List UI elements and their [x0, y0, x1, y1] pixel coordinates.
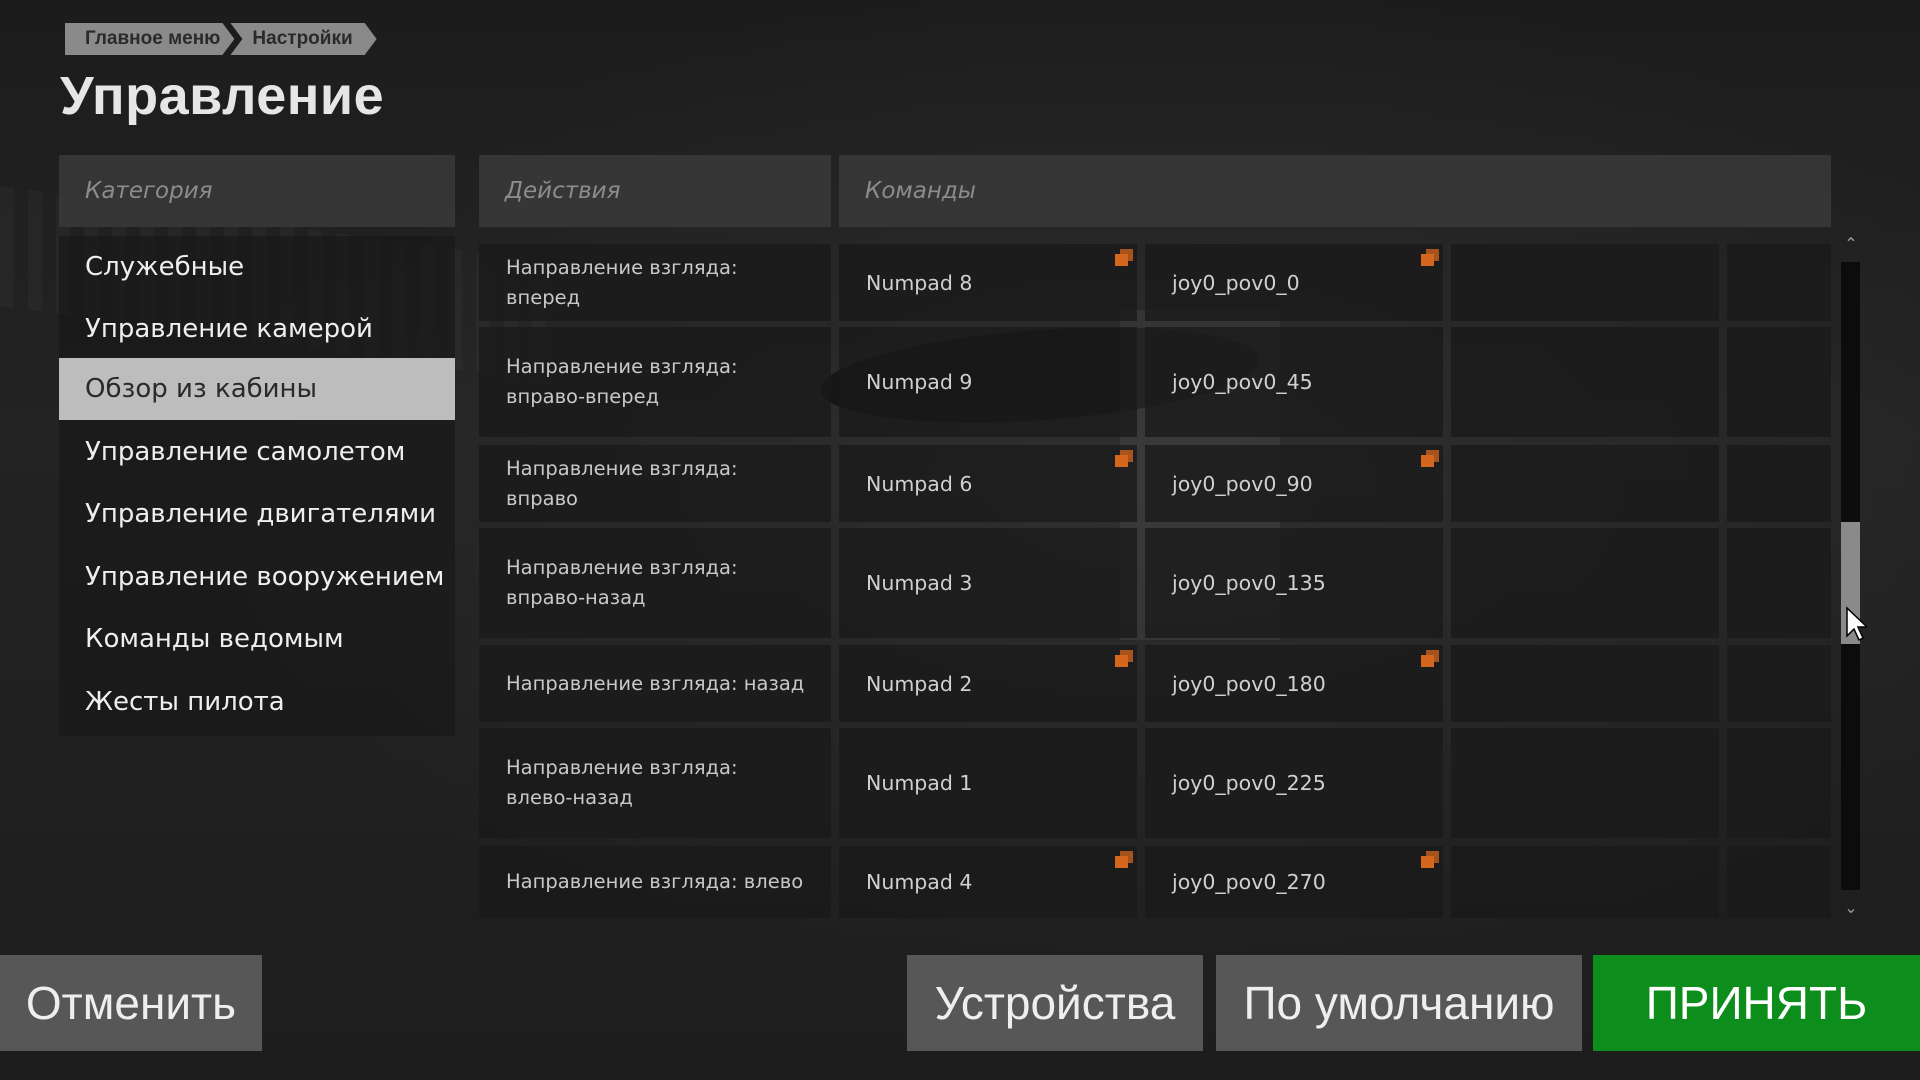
breadcrumb: Главное меню Настройки — [65, 23, 381, 55]
command-cell-empty[interactable] — [1451, 445, 1719, 522]
action-label: Направление взгляда: вправо-вперед — [506, 355, 738, 408]
command-cell-secondary[interactable]: joy0_pov0_0 — [1145, 244, 1443, 321]
action-cell: Направление взгляда: влево — [479, 846, 831, 918]
command-cell-empty[interactable] — [1451, 327, 1719, 437]
command-label: Numpad 3 — [866, 571, 973, 595]
command-cell-primary[interactable]: Numpad 8 — [839, 244, 1137, 321]
action-label: Направление взгляда: влево-назад — [506, 756, 738, 809]
command-cell-secondary[interactable]: joy0_pov0_135 — [1145, 528, 1443, 638]
command-cell-empty[interactable] — [1727, 846, 1831, 918]
command-cell-empty[interactable] — [1727, 728, 1831, 838]
mouse-cursor-icon — [1846, 606, 1867, 642]
table-row[interactable]: Направление взгляда: назад Numpad 2 joy0_p… — [479, 645, 1831, 722]
action-cell: Направление взгляда: влево-назад — [479, 728, 831, 838]
breadcrumb-item-main-menu[interactable]: Главное меню — [65, 23, 234, 55]
command-cell-secondary[interactable]: joy0_pov0_225 — [1145, 728, 1443, 838]
table-row[interactable]: Направление взгляда: влево Numpad 4 joy0_p… — [479, 846, 1831, 918]
command-cell-primary[interactable]: Numpad 4 — [839, 846, 1137, 918]
command-cell-empty[interactable] — [1727, 244, 1831, 321]
command-cell-primary[interactable]: Numpad 6 — [839, 445, 1137, 522]
command-label: joy0_pov0_270 — [1172, 870, 1326, 894]
command-cell-empty[interactable] — [1451, 728, 1719, 838]
command-label: Numpad 2 — [866, 671, 973, 696]
devices-button[interactable]: Устройства — [907, 955, 1203, 1051]
command-cell-empty[interactable] — [1727, 327, 1831, 437]
command-cell-empty[interactable] — [1451, 528, 1719, 638]
command-cell-primary[interactable]: Numpad 1 — [839, 728, 1137, 838]
command-cell-secondary[interactable]: joy0_pov0_270 — [1145, 846, 1443, 918]
category-item[interactable]: Служебные — [59, 236, 455, 298]
command-cell-empty[interactable] — [1727, 645, 1831, 722]
command-cell-secondary[interactable]: joy0_pov0_90 — [1145, 445, 1443, 522]
action-cell: Направление взгляда: вправо-назад — [479, 528, 831, 638]
command-cell-empty[interactable] — [1451, 846, 1719, 918]
command-cell-secondary[interactable]: joy0_pov0_45 — [1145, 327, 1443, 437]
copy-icon[interactable] — [1114, 248, 1134, 266]
category-item[interactable]: Управление самолетом — [59, 421, 455, 483]
action-label: Направление взгляда: влево — [506, 870, 804, 893]
command-label: joy0_pov0_90 — [1172, 471, 1313, 496]
command-label: joy0_pov0_180 — [1172, 671, 1326, 696]
copy-icon[interactable] — [1420, 649, 1440, 667]
default-button[interactable]: По умолчанию — [1216, 955, 1582, 1051]
action-label: Направление взгляда: вправо-назад — [506, 556, 738, 609]
bindings-table: Направление взгляда: вперед Numpad 8 joy0_… — [479, 244, 1831, 919]
command-cell-primary[interactable]: Numpad 3 — [839, 528, 1137, 638]
command-label: joy0_pov0_135 — [1172, 571, 1326, 595]
breadcrumb-item-settings[interactable]: Настройки — [230, 23, 376, 55]
category-column-header: Категория — [59, 155, 455, 227]
page-title: Управление — [60, 66, 385, 126]
action-label: Направление взгляда: назад — [506, 671, 805, 695]
command-cell-empty[interactable] — [1451, 645, 1719, 722]
accept-button[interactable]: ПРИНЯТЬ — [1593, 955, 1920, 1051]
action-cell: Направление взгляда: вправо — [479, 445, 831, 522]
copy-icon[interactable] — [1114, 649, 1134, 667]
action-label: Направление взгляда: вправо — [506, 456, 738, 510]
command-cell-empty[interactable] — [1727, 445, 1831, 522]
command-label: Numpad 8 — [866, 270, 973, 295]
table-row[interactable]: Направление взгляда: вправо-назад Numpad … — [479, 528, 1831, 638]
copy-icon[interactable] — [1420, 449, 1440, 467]
category-item[interactable]: Жесты пилота — [59, 671, 455, 733]
command-cell-empty[interactable] — [1451, 244, 1719, 321]
table-row[interactable]: Направление взгляда: влево-назад Numpad 1… — [479, 728, 1831, 838]
category-item[interactable]: Управление двигателями — [59, 483, 455, 545]
command-label: joy0_pov0_45 — [1172, 370, 1313, 394]
command-label: Numpad 1 — [866, 771, 973, 795]
command-label: Numpad 6 — [866, 471, 973, 496]
copy-icon[interactable] — [1420, 248, 1440, 266]
copy-icon[interactable] — [1114, 850, 1134, 868]
command-cell-secondary[interactable]: joy0_pov0_180 — [1145, 645, 1443, 722]
action-cell: Направление взгляда: вправо-вперед — [479, 327, 831, 437]
command-label: joy0_pov0_225 — [1172, 771, 1326, 795]
commands-column-header: Команды — [839, 155, 1831, 227]
command-label: Numpad 9 — [866, 370, 973, 394]
copy-icon[interactable] — [1114, 449, 1134, 467]
cancel-button[interactable]: Отменить — [0, 955, 262, 1051]
action-cell: Направление взгляда: вперед — [479, 244, 831, 321]
command-label: Numpad 4 — [866, 870, 973, 894]
table-row[interactable]: Направление взгляда: вправо Numpad 6 joy0_… — [479, 445, 1831, 522]
command-cell-empty[interactable] — [1727, 528, 1831, 638]
category-item[interactable]: Обзор из кабины — [59, 358, 455, 420]
command-cell-primary[interactable]: Numpad 2 — [839, 645, 1137, 722]
category-item[interactable]: Управление камерой — [59, 298, 455, 360]
actions-column-header: Действия — [479, 155, 831, 227]
chevron-up-icon[interactable]: ⌃ — [1840, 236, 1862, 252]
chevron-down-icon[interactable]: ⌄ — [1840, 900, 1862, 916]
command-label: joy0_pov0_0 — [1172, 270, 1300, 295]
action-label: Направление взгляда: вперед — [506, 255, 738, 309]
copy-icon[interactable] — [1420, 850, 1440, 868]
action-cell: Направление взгляда: назад — [479, 645, 831, 722]
category-item[interactable]: Команды ведомым — [59, 608, 455, 670]
table-row[interactable]: Направление взгляда: вперед Numpad 8 joy0_… — [479, 244, 1831, 321]
table-row[interactable]: Направление взгляда: вправо-вперед Numpad… — [479, 327, 1831, 437]
category-item[interactable]: Управление вооружением — [59, 546, 455, 608]
command-cell-primary[interactable]: Numpad 9 — [839, 327, 1137, 437]
